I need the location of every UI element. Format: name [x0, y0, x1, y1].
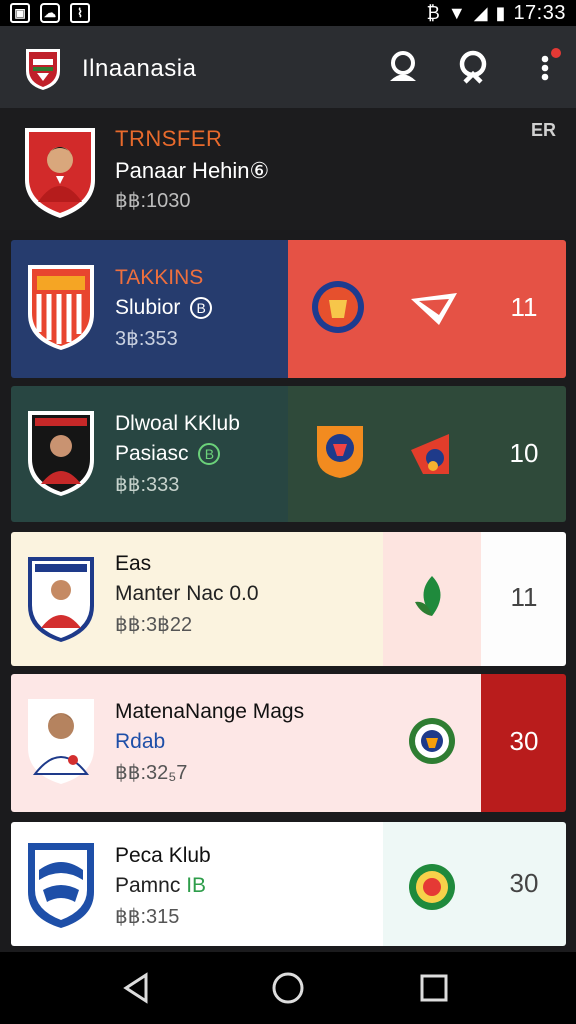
search-icon	[459, 50, 487, 84]
card-tag: Dlwoal KKlub	[115, 412, 240, 435]
transfer-card[interactable]: Dlwoal KKlub Pasiasc B ฿฿:333 10	[11, 386, 566, 522]
profile-icon	[390, 51, 416, 81]
featured-fee: ฿฿:1030	[115, 190, 191, 212]
card-subtitle: Manter Nac 0.0	[115, 582, 259, 605]
app-bar: Ilnaanasia	[0, 26, 576, 108]
battery-icon: ▮	[495, 3, 506, 23]
card-tag: TAKKINS	[115, 266, 204, 289]
card-subtitle-text: Pasiasc	[115, 442, 189, 465]
status-bar: ▣ ☁ ⌇ ₿ ▼ ◢ ▮ 17:33	[0, 0, 576, 26]
featured-tag: TRNSFER	[115, 126, 223, 151]
card-badge: B	[198, 443, 221, 466]
player-crest-icon	[28, 557, 94, 642]
wifi-icon: ▼	[447, 3, 466, 23]
home-icon	[272, 972, 304, 1004]
transfer-card[interactable]: Peca Klub Pamnc IB ฿฿:315 30	[11, 822, 566, 946]
card-score: 10	[509, 438, 539, 468]
system-nav-bar	[0, 952, 576, 1024]
card-tag: MatenaNange Mags	[115, 700, 305, 723]
transfer-card[interactable]: TAKKINS Slubior B 3฿:353 11	[11, 240, 566, 378]
recents-icon	[420, 974, 448, 1002]
notification-chart-icon: ⌇	[70, 3, 90, 23]
card-subtitle: Rdab	[115, 730, 166, 753]
card-badge: B	[190, 297, 213, 320]
more-button[interactable]	[528, 48, 562, 86]
card-subtitle-text: Slubior	[115, 296, 181, 319]
card-badge: IB	[186, 874, 207, 897]
search-button[interactable]	[455, 48, 493, 86]
club-b-logo-icon	[411, 434, 449, 474]
card-subtitle: Slubior B	[115, 296, 213, 320]
app-title: Ilnaanasia	[82, 55, 197, 82]
club-a-logo-icon	[312, 281, 364, 333]
club-a-logo-icon	[409, 718, 455, 764]
club-crest-icon	[28, 265, 94, 350]
home-button[interactable]	[270, 970, 306, 1006]
featured-corner-label[interactable]: ER	[531, 120, 556, 141]
club-crest-icon	[28, 843, 94, 928]
club-a-logo-icon	[409, 864, 455, 910]
club-a-logo-icon	[317, 426, 363, 478]
card-subtitle: Pasiasc B	[115, 442, 221, 466]
featured-name-text: Panaar Hehin	[115, 158, 250, 183]
card-tag: Eas	[115, 552, 152, 575]
card-score: 30	[509, 868, 539, 898]
signal-icon: ◢	[473, 3, 488, 23]
featured-name-badge: ⑥	[249, 158, 270, 183]
more-vert-icon	[541, 48, 561, 81]
crest-logo-icon[interactable]	[24, 45, 62, 91]
profile-button[interactable]	[384, 48, 422, 86]
back-icon	[123, 972, 148, 1004]
card-fee: ฿฿:333	[115, 474, 180, 496]
back-button[interactable]	[118, 970, 154, 1006]
card-tag: Peca Klub	[115, 844, 211, 867]
card-subtitle-text: Pamnc	[115, 874, 181, 897]
card-fee: ฿฿:315	[115, 906, 180, 928]
notification-cloud-icon: ☁	[40, 3, 60, 23]
transfer-card[interactable]: Eas Manter Nac 0.0 ฿฿:3฿22 11	[11, 532, 566, 666]
card-fee: ฿฿:32₅7	[115, 762, 188, 784]
card-fee: ฿฿:3฿22	[115, 614, 193, 636]
card-score: 11	[510, 292, 538, 322]
featured-player-name: Panaar Hehin⑥	[115, 158, 269, 184]
notification-image-icon: ▣	[10, 3, 30, 23]
player-crest-icon	[28, 699, 94, 784]
transfer-card[interactable]: MatenaNange Mags Rdab ฿฿:32₅7 30	[11, 674, 566, 812]
recents-button[interactable]	[416, 970, 452, 1006]
card-score: 30	[509, 726, 539, 756]
status-time: 17:33	[513, 2, 566, 24]
card-score: 11	[510, 582, 538, 612]
player-crest-icon	[28, 411, 94, 496]
card-fee: 3฿:353	[115, 328, 178, 350]
leaf-logo-icon	[415, 576, 441, 616]
player-crest-icon	[25, 128, 95, 218]
vibrate-icon: ₿	[426, 3, 440, 23]
transfer-feed[interactable]: TRNSFER Panaar Hehin⑥ ฿฿:1030 ER TAKKINS…	[0, 108, 576, 952]
featured-transfer[interactable]: TRNSFER Panaar Hehin⑥ ฿฿:1030 ER	[0, 108, 576, 230]
club-b-logo-icon	[411, 293, 457, 325]
card-subtitle: Pamnc IB	[115, 874, 206, 898]
